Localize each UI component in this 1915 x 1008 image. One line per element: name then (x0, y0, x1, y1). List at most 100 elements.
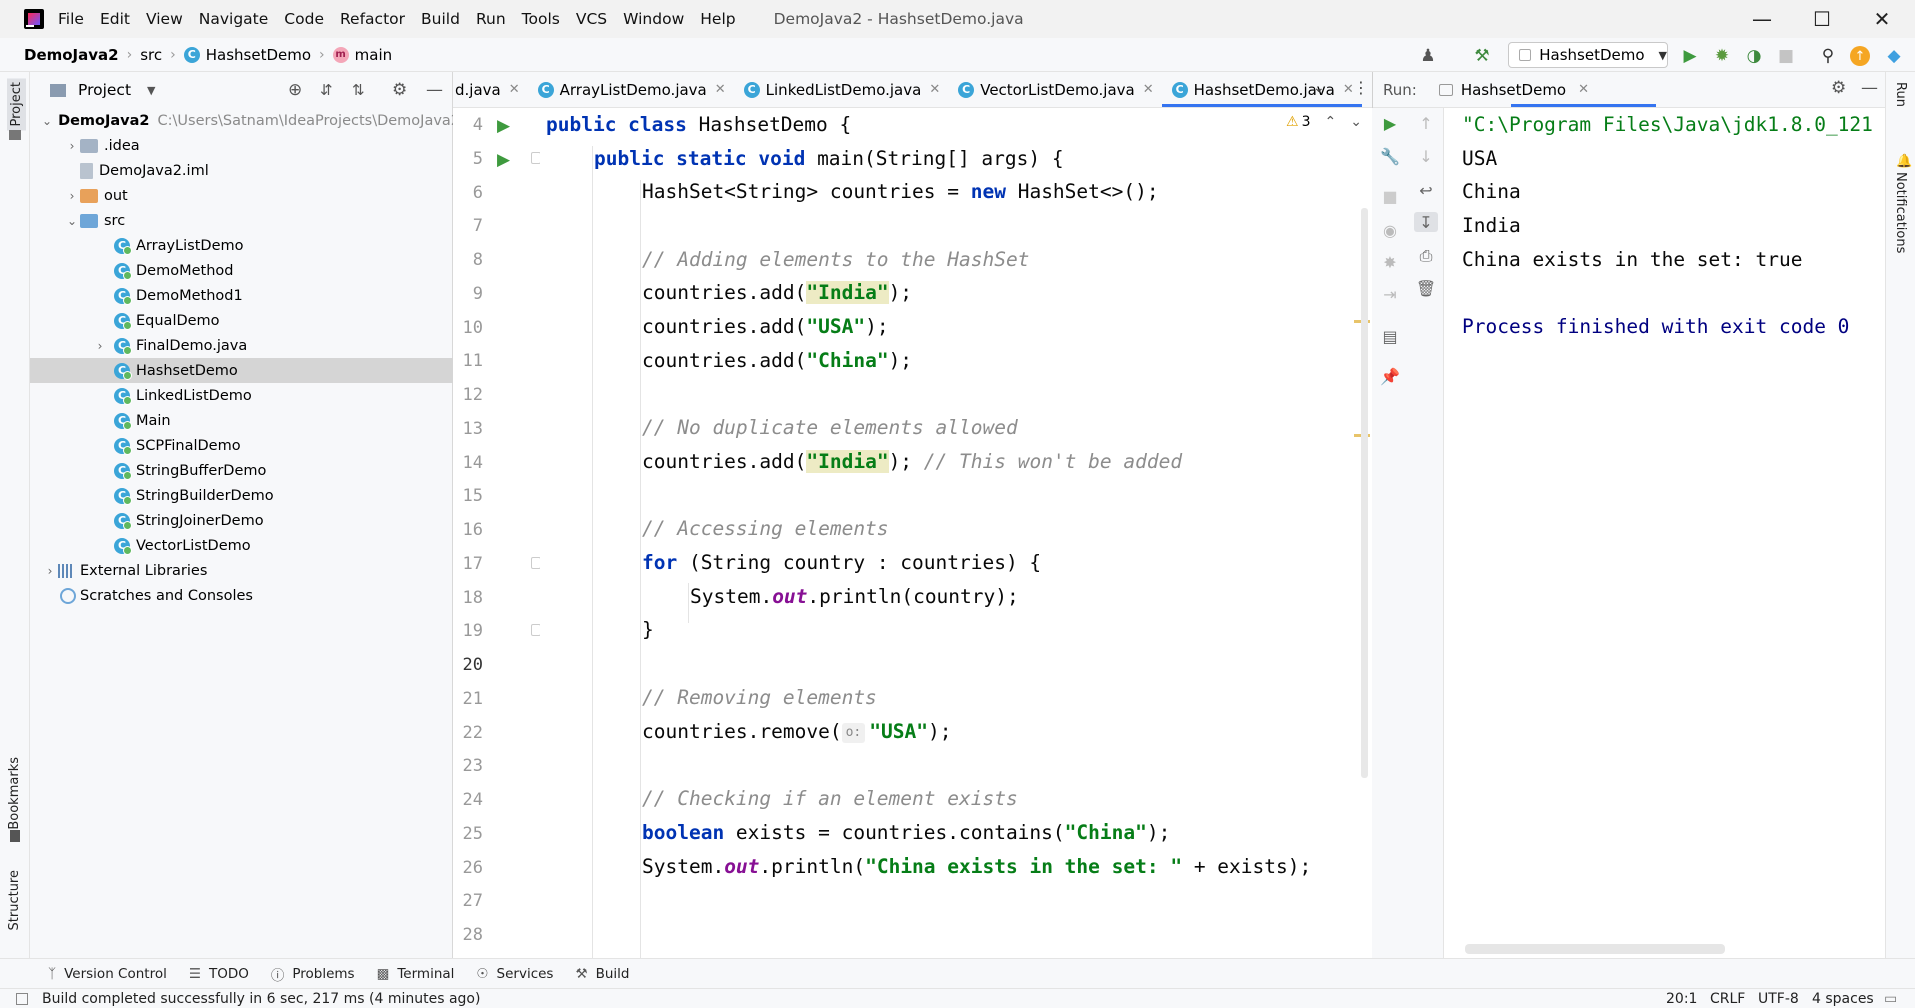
tree-item-class[interactable]: C StringBuilderDemo (30, 483, 453, 508)
project-tool-button[interactable]: Project (7, 78, 26, 131)
console-output[interactable]: "C:\Program Files\Java\jdk1.8.0_121 USA … (1445, 108, 1885, 958)
close-tab-icon[interactable]: ✕ (1578, 82, 1589, 97)
chevron-up-icon[interactable]: ⌃ (1324, 114, 1336, 130)
status-icon[interactable] (16, 992, 28, 1005)
editor-tab[interactable]: C LinkedListDemo.java ✕ (734, 72, 949, 107)
run-tab-label[interactable]: HashsetDemo (1461, 81, 1566, 99)
vertical-scrollbar[interactable] (1361, 208, 1368, 778)
horizontal-scrollbar[interactable] (1465, 944, 1725, 954)
chevron-right-icon[interactable]: › (64, 139, 80, 153)
locate-icon[interactable]: ⊕ (288, 80, 302, 100)
tree-item-class[interactable]: C ArrayListDemo (30, 233, 453, 258)
tree-item-class[interactable]: C StringJoinerDemo (30, 508, 453, 533)
scroll-to-end-icon[interactable]: ↧ (1414, 212, 1438, 232)
pin-icon[interactable]: 📌 (1380, 366, 1400, 386)
version-control-tool[interactable]: ᛉ Version Control (48, 966, 167, 982)
chevron-down-icon[interactable]: ▼ (147, 84, 155, 97)
run-tool-button[interactable]: Run (1893, 82, 1908, 107)
tree-item-out[interactable]: › out (30, 183, 453, 208)
close-tab-icon[interactable]: ✕ (509, 82, 520, 97)
minimize-icon[interactable]: — (1732, 0, 1792, 38)
gear-icon[interactable]: ⚙ (1831, 78, 1846, 98)
chevron-right-icon[interactable]: › (64, 189, 80, 203)
run-icon[interactable]: ▶ (1680, 46, 1700, 66)
chevron-down-icon[interactable]: ⌄ (1350, 114, 1362, 130)
layout-icon[interactable]: ▤ (1380, 326, 1400, 346)
tree-item-class-selected[interactable]: C HashsetDemo (30, 358, 453, 383)
intellij-logo-icon[interactable] (24, 9, 44, 29)
soft-wrap-icon[interactable]: ↩ (1416, 180, 1436, 200)
print-icon[interactable]: ⎙ (1416, 246, 1436, 266)
close-tab-icon[interactable]: ✕ (1143, 82, 1154, 97)
breadcrumb-method[interactable]: main (355, 46, 392, 64)
bell-icon[interactable]: 🔔 (1896, 154, 1912, 169)
build-hammer-icon[interactable]: ⚒ (1472, 46, 1492, 66)
bookmarks-tool-button[interactable]: Bookmarks (7, 757, 22, 830)
tree-item-idea[interactable]: › .idea (30, 133, 453, 158)
tree-item-class[interactable]: C VectorListDemo (30, 533, 453, 558)
stop-icon[interactable]: ■ (1776, 46, 1796, 66)
exit-icon[interactable]: ⇥ (1380, 284, 1400, 304)
editor-tab[interactable]: C VectorListDemo.java ✕ (948, 72, 1161, 107)
breadcrumb-project[interactable]: DemoJava2 (24, 46, 119, 64)
trash-icon[interactable]: 🗑 (1416, 278, 1436, 298)
terminal-tool[interactable]: ▩ Terminal (377, 966, 455, 982)
maximize-icon[interactable]: ☐ (1792, 0, 1852, 38)
run-class-gutter-icon[interactable]: ▶ (497, 116, 510, 136)
menu-build[interactable]: Build (421, 10, 460, 28)
inspection-widget[interactable]: ⚠ 3 ⌃ ⌄ (1286, 114, 1362, 130)
tree-item-class[interactable]: C EqualDemo (30, 308, 453, 333)
camera-icon[interactable]: ◉ (1380, 220, 1400, 240)
indent-setting[interactable]: 4 spaces (1812, 991, 1874, 1007)
project-view-select[interactable]: Project (78, 81, 131, 99)
settings-icon[interactable]: ✸ (1380, 252, 1400, 272)
hide-icon[interactable]: — (1861, 78, 1878, 98)
menu-help[interactable]: Help (700, 10, 735, 28)
todo-tool[interactable]: ☰ TODO (189, 966, 249, 982)
chevron-down-icon[interactable]: ⌄ (64, 214, 80, 228)
breadcrumb-src[interactable]: src (140, 46, 162, 64)
debug-icon[interactable]: ✹ (1712, 46, 1732, 66)
menu-refactor[interactable]: Refactor (340, 10, 405, 28)
stop-icon[interactable]: ■ (1380, 186, 1400, 206)
menu-tools[interactable]: Tools (522, 10, 560, 28)
chevron-right-icon[interactable]: › (42, 564, 58, 578)
arrow-down-icon[interactable]: ↓ (1416, 146, 1436, 166)
hide-icon[interactable]: — (426, 80, 443, 100)
code-editor[interactable]: public class HashsetDemo { public static… (540, 108, 1372, 958)
breadcrumb-class[interactable]: HashsetDemo (206, 46, 311, 64)
editor-tab[interactable]: C ArrayListDemo.java ✕ (528, 72, 734, 107)
tree-item-class[interactable]: C SCPFinalDemo (30, 433, 453, 458)
structure-tool-button[interactable]: Structure (7, 870, 22, 930)
menu-file[interactable]: File (58, 10, 84, 28)
run-configuration-select[interactable]: HashsetDemo ▼ (1508, 42, 1668, 68)
tree-item-class[interactable]: C DemoMethod1 (30, 283, 453, 308)
build-tool[interactable]: ⚒ Build (575, 966, 629, 982)
menu-vcs[interactable]: VCS (576, 10, 607, 28)
tree-item-class[interactable]: C LinkedListDemo (30, 383, 453, 408)
menu-window[interactable]: Window (623, 10, 684, 28)
more-icon[interactable]: ⋮ (1353, 78, 1369, 97)
close-icon[interactable]: ✕ (1852, 0, 1912, 38)
tree-item-root[interactable]: ⌄ DemoJava2 C:\Users\Satnam\IdeaProjects… (30, 108, 453, 133)
ide-logo-icon[interactable]: ◆ (1884, 46, 1904, 66)
editor-tab-active[interactable]: C HashsetDemo.java ✕ (1161, 72, 1362, 107)
problems-tool[interactable]: ⓘ Problems (271, 964, 355, 984)
chevron-right-icon[interactable]: › (92, 339, 108, 353)
expand-all-icon[interactable]: ⇵ (320, 81, 333, 99)
update-icon[interactable]: ↑ (1850, 46, 1870, 66)
tree-item-class[interactable]: C StringBufferDemo (30, 458, 453, 483)
gear-icon[interactable]: ⚙ (392, 80, 407, 100)
arrow-up-icon[interactable]: ↑ (1416, 113, 1436, 133)
menu-run[interactable]: Run (476, 10, 506, 28)
close-tab-icon[interactable]: ✕ (929, 82, 940, 97)
line-separator[interactable]: CRLF (1710, 991, 1745, 1007)
rerun-icon[interactable]: ▶ (1380, 113, 1400, 133)
menu-code[interactable]: Code (284, 10, 324, 28)
run-method-gutter-icon[interactable]: ▶ (497, 150, 510, 170)
caret-position[interactable]: 20:1 (1666, 991, 1697, 1007)
tree-item-src[interactable]: ⌄ src (30, 208, 453, 233)
user-icon[interactable]: ♟ (1418, 46, 1438, 66)
tree-item-iml[interactable]: DemoJava2.iml (30, 158, 453, 183)
tree-item-scratches[interactable]: Scratches and Consoles (30, 583, 453, 608)
